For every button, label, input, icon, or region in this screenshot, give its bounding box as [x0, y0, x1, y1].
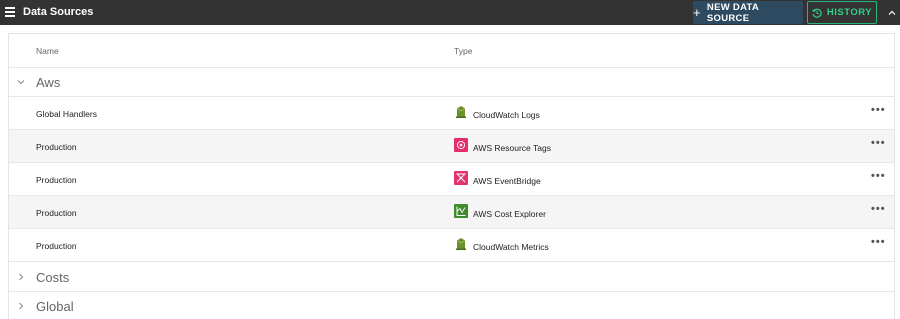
group-name: Global — [36, 299, 74, 314]
row-type: AWS EventBridge — [473, 176, 541, 186]
table-row[interactable]: Production AWS Cost Explorer ••• — [9, 196, 894, 229]
column-header-type[interactable]: Type — [454, 46, 472, 56]
chevron-down-icon[interactable] — [16, 77, 26, 87]
group-row-costs[interactable]: Costs — [9, 263, 894, 292]
menu-icon[interactable] — [5, 7, 15, 17]
row-type: AWS Cost Explorer — [473, 209, 546, 219]
new-data-source-button[interactable]: + NEW DATA SOURCE — [693, 1, 803, 24]
plus-icon: + — [693, 5, 701, 20]
group-name: Aws — [36, 75, 61, 90]
row-name: Production — [36, 208, 77, 218]
more-options-icon[interactable]: ••• — [871, 170, 886, 182]
history-icon — [812, 8, 822, 18]
cloudwatch-icon — [456, 106, 466, 118]
table-header: Name Type — [9, 34, 894, 68]
group-row-global[interactable]: Global — [9, 292, 894, 319]
row-type: CloudWatch Metrics — [473, 242, 549, 252]
history-button[interactable]: HISTORY — [807, 1, 877, 24]
cloudwatch-icon — [456, 238, 466, 250]
table-row[interactable]: Production AWS Resource Tags ••• — [9, 130, 894, 163]
more-options-icon[interactable]: ••• — [871, 236, 886, 248]
table-row[interactable]: Production AWS EventBridge ••• — [9, 163, 894, 196]
eventbridge-icon — [454, 171, 468, 185]
group-name: Costs — [36, 270, 70, 285]
chevron-up-icon[interactable] — [887, 8, 897, 18]
chevron-right-icon[interactable] — [16, 301, 26, 311]
row-name: Global Handlers — [36, 109, 97, 119]
table-row[interactable]: Production CloudWatch Metrics ••• — [9, 229, 894, 262]
row-name: Production — [36, 175, 77, 185]
column-header-name[interactable]: Name — [36, 46, 59, 56]
resource-tags-icon — [454, 138, 468, 152]
group-row-aws[interactable]: Aws — [9, 68, 894, 97]
top-bar: Data Sources + NEW DATA SOURCE HISTORY — [0, 0, 900, 25]
data-sources-table: Name Type Aws Global Handlers CloudWatch… — [8, 33, 895, 319]
row-name: Production — [36, 241, 77, 251]
page-title: Data Sources — [23, 6, 94, 18]
chevron-right-icon[interactable] — [16, 272, 26, 282]
more-options-icon[interactable]: ••• — [871, 104, 886, 116]
cost-explorer-icon — [454, 204, 468, 218]
new-data-source-label: NEW DATA SOURCE — [706, 1, 759, 24]
more-options-icon[interactable]: ••• — [871, 137, 886, 149]
row-type: AWS Resource Tags — [473, 143, 551, 153]
history-label: HISTORY — [826, 7, 873, 18]
more-options-icon[interactable]: ••• — [871, 203, 886, 215]
row-name: Production — [36, 142, 77, 152]
table-row[interactable]: Global Handlers CloudWatch Logs ••• — [9, 97, 894, 130]
row-type: CloudWatch Logs — [473, 110, 540, 120]
